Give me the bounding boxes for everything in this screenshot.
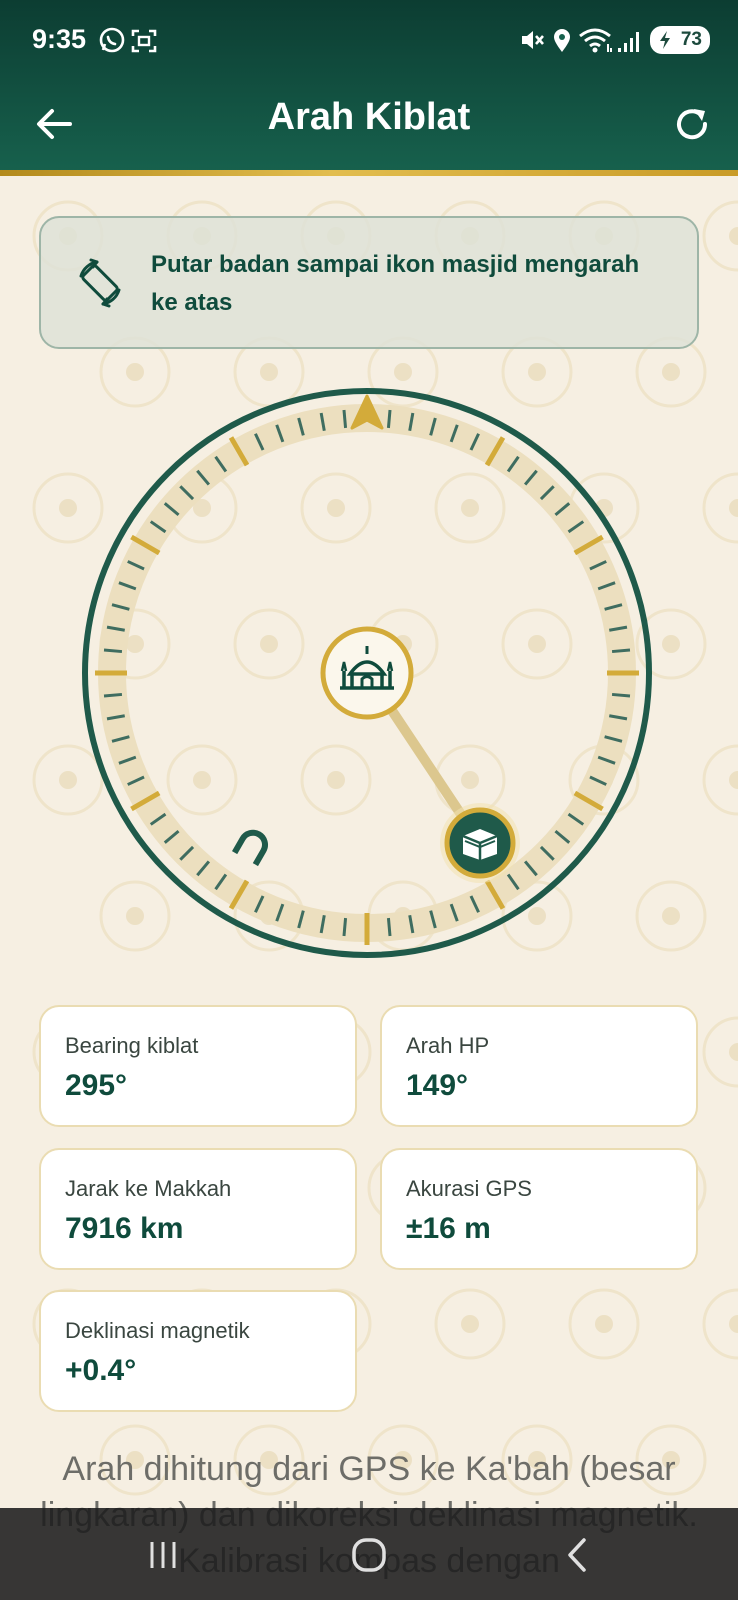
pattern-ring <box>702 472 738 544</box>
minor-tick <box>611 648 631 654</box>
pattern-ring <box>434 1288 506 1360</box>
rotate-device-icon <box>79 258 121 308</box>
signal-icon <box>618 32 639 52</box>
minor-tick <box>386 409 392 429</box>
whatsapp-icon <box>99 27 125 53</box>
minor-tick <box>342 409 348 429</box>
pattern-dot <box>729 1315 738 1333</box>
refresh-icon[interactable] <box>672 104 712 144</box>
battery-icon: 73 <box>650 26 710 54</box>
pattern-ring <box>702 744 738 816</box>
location-icon <box>554 29 570 52</box>
minor-tick <box>342 917 348 937</box>
pattern-dot <box>662 635 680 653</box>
header-gold-divider <box>0 170 738 176</box>
recent-apps-icon[interactable] <box>146 1538 180 1572</box>
minor-tick <box>386 917 392 937</box>
stat-card-heading: Arah HP 149° <box>380 1005 698 1127</box>
stat-label: Deklinasi magnetik <box>65 1318 250 1343</box>
pattern-dot <box>126 363 144 381</box>
qibla-compass <box>82 388 652 958</box>
stat-value: ±16 m <box>406 1212 491 1245</box>
mute-icon <box>522 31 544 49</box>
pattern-dot <box>662 907 680 925</box>
kaaba-icon <box>440 803 520 883</box>
pattern-ring <box>702 200 738 272</box>
stat-value: 295° <box>65 1069 128 1102</box>
mosque-icon <box>320 626 414 720</box>
stat-card-distance: Jarak ke Makkah 7916 km <box>39 1148 357 1270</box>
wifi-icon <box>579 28 612 53</box>
stat-value: 7916 km <box>65 1212 184 1245</box>
minor-tick <box>103 648 123 654</box>
stat-card-declination: Deklinasi magnetik +0.4° <box>39 1290 357 1412</box>
stat-label: Bearing kiblat <box>65 1033 199 1058</box>
pattern-dot <box>729 499 738 517</box>
stat-value: 149° <box>406 1069 469 1102</box>
pattern-dot <box>394 363 412 381</box>
pattern-dot <box>59 499 77 517</box>
pattern-dot <box>528 363 546 381</box>
stat-value: +0.4° <box>65 1354 137 1387</box>
screenshot-icon <box>131 29 157 53</box>
pattern-dot <box>662 363 680 381</box>
stat-label: Jarak ke Makkah <box>65 1176 232 1201</box>
charging-bolt-icon <box>660 31 670 49</box>
stat-card-gps-accuracy: Akurasi GPS ±16 m <box>380 1148 698 1270</box>
stat-label: Akurasi GPS <box>406 1176 532 1201</box>
hint-card: Putar badan sampai ikon masjid mengarah … <box>39 216 699 349</box>
status-time: 9:35 <box>32 24 87 54</box>
pattern-dot <box>729 1043 738 1061</box>
minor-tick <box>103 692 123 698</box>
back-icon[interactable] <box>562 1536 592 1574</box>
magnet-icon <box>232 829 268 867</box>
minor-tick <box>611 692 631 698</box>
system-nav-bar <box>0 1508 738 1600</box>
pattern-dot <box>59 771 77 789</box>
pattern-ring <box>702 1288 738 1360</box>
status-bar: 9:35 73 <box>0 0 738 80</box>
pattern-dot <box>729 227 738 245</box>
stat-card-bearing: Bearing kiblat 295° <box>39 1005 357 1127</box>
hint-text: Putar badan sampai ikon masjid mengarah … <box>151 251 640 316</box>
pattern-ring <box>702 1016 738 1088</box>
page-title: Arah Kiblat <box>267 96 471 138</box>
home-icon[interactable] <box>350 1536 388 1574</box>
stat-label: Arah HP <box>406 1033 490 1058</box>
pattern-dot <box>729 771 738 789</box>
pattern-dot <box>595 1315 613 1333</box>
pattern-dot <box>461 1315 479 1333</box>
pattern-ring <box>568 1288 640 1360</box>
battery-level: 73 <box>680 29 702 50</box>
pattern-dot <box>260 363 278 381</box>
